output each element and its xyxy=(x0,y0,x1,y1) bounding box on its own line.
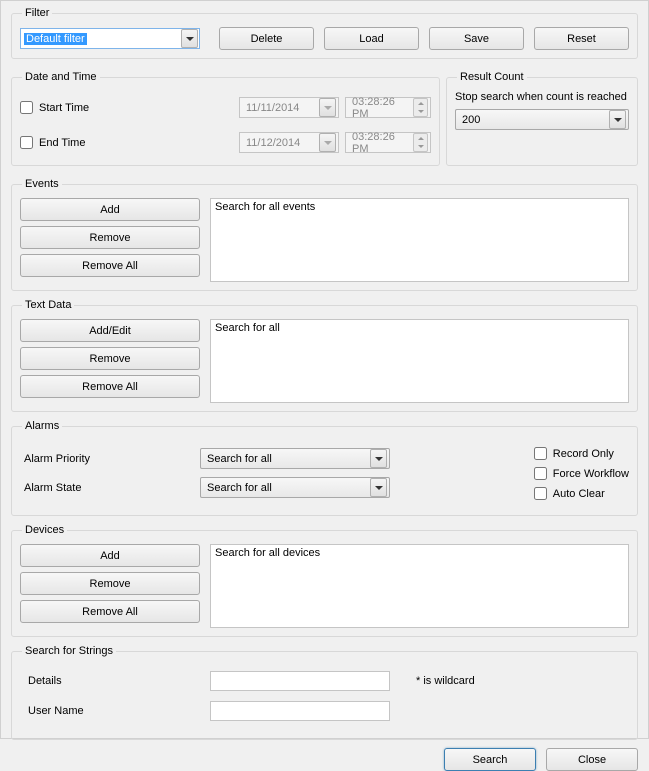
devices-remove-button[interactable]: Remove xyxy=(20,572,200,595)
list-item: Search for all xyxy=(215,322,280,334)
auto-clear-checkbox[interactable] xyxy=(534,487,547,500)
datetime-group: Date and Time Start Time 11/11/2014 03:2… xyxy=(11,71,440,166)
events-legend: Events xyxy=(22,178,62,190)
force-workflow-row: Force Workflow xyxy=(534,467,629,480)
textdata-addedit-button[interactable]: Add/Edit xyxy=(20,319,200,342)
list-item: Search for all devices xyxy=(215,547,320,559)
list-item: Search for all events xyxy=(215,201,315,213)
chevron-down-icon[interactable] xyxy=(370,449,387,468)
alarm-state-select[interactable]: Search for all xyxy=(200,477,390,498)
record-only-checkbox[interactable] xyxy=(534,447,547,460)
reset-button[interactable]: Reset xyxy=(534,27,629,50)
spinner-icon xyxy=(413,98,428,117)
start-time-picker[interactable]: 03:28:26 PM xyxy=(345,97,431,118)
alarms-group: Alarms Alarm Priority Search for all Ala… xyxy=(11,420,638,516)
filter-dialog: Filter Default filter Delete Load Save R… xyxy=(0,0,649,739)
events-group: Events Add Remove Remove All Search for … xyxy=(11,178,638,291)
events-remove-button[interactable]: Remove xyxy=(20,226,200,249)
filter-legend: Filter xyxy=(22,7,52,19)
events-listbox[interactable]: Search for all events xyxy=(210,198,629,282)
datetime-legend: Date and Time xyxy=(22,71,100,83)
close-button[interactable]: Close xyxy=(546,748,638,771)
end-time-label: End Time xyxy=(39,137,85,149)
load-button[interactable]: Load xyxy=(324,27,419,50)
username-input[interactable] xyxy=(210,701,390,721)
filter-select[interactable]: Default filter xyxy=(20,28,200,49)
devices-remove-all-button[interactable]: Remove All xyxy=(20,600,200,623)
devices-group: Devices Add Remove Remove All Search for… xyxy=(11,524,638,637)
alarms-legend: Alarms xyxy=(22,420,62,432)
start-time-check-row: Start Time xyxy=(20,101,239,114)
filter-group: Filter Default filter Delete Load Save R… xyxy=(11,7,638,59)
devices-add-button[interactable]: Add xyxy=(20,544,200,567)
end-time-check-row: End Time xyxy=(20,136,239,149)
details-input[interactable] xyxy=(210,671,390,691)
events-add-button[interactable]: Add xyxy=(20,198,200,221)
end-time-picker[interactable]: 03:28:26 PM xyxy=(345,132,431,153)
auto-clear-row: Auto Clear xyxy=(534,487,629,500)
save-button[interactable]: Save xyxy=(429,27,524,50)
alarm-priority-select[interactable]: Search for all xyxy=(200,448,390,469)
chevron-down-icon xyxy=(319,98,336,117)
strings-group: Search for Strings Details * is wildcard… xyxy=(11,645,638,740)
chevron-down-icon[interactable] xyxy=(609,110,626,129)
end-time-checkbox[interactable] xyxy=(20,136,33,149)
result-count-select[interactable]: 200 xyxy=(455,109,629,130)
start-time-checkbox[interactable] xyxy=(20,101,33,114)
chevron-down-icon[interactable] xyxy=(370,478,387,497)
chevron-down-icon[interactable] xyxy=(181,29,198,48)
textdata-legend: Text Data xyxy=(22,299,74,311)
search-button[interactable]: Search xyxy=(444,748,536,771)
events-remove-all-button[interactable]: Remove All xyxy=(20,254,200,277)
username-label: User Name xyxy=(20,705,210,717)
start-time-label: Start Time xyxy=(39,102,89,114)
alarm-priority-label: Alarm Priority xyxy=(20,453,200,465)
result-count-group: Result Count Stop search when count is r… xyxy=(446,71,638,166)
devices-legend: Devices xyxy=(22,524,67,536)
force-workflow-checkbox[interactable] xyxy=(534,467,547,480)
result-count-legend: Result Count xyxy=(457,71,527,83)
record-only-row: Record Only xyxy=(534,447,629,460)
spinner-icon xyxy=(413,133,428,152)
chevron-down-icon xyxy=(319,133,336,152)
details-label: Details xyxy=(20,675,210,687)
devices-listbox[interactable]: Search for all devices xyxy=(210,544,629,628)
alarm-state-label: Alarm State xyxy=(20,482,200,494)
start-date-picker[interactable]: 11/11/2014 xyxy=(239,97,339,118)
textdata-remove-all-button[interactable]: Remove All xyxy=(20,375,200,398)
textdata-group: Text Data Add/Edit Remove Remove All Sea… xyxy=(11,299,638,412)
delete-button[interactable]: Delete xyxy=(219,27,314,50)
dialog-footer: Search Close xyxy=(11,748,638,771)
textdata-listbox[interactable]: Search for all xyxy=(210,319,629,403)
textdata-remove-button[interactable]: Remove xyxy=(20,347,200,370)
strings-legend: Search for Strings xyxy=(22,645,116,657)
filter-selected: Default filter xyxy=(24,33,87,45)
wildcard-note: * is wildcard xyxy=(416,675,475,687)
result-count-text: Stop search when count is reached xyxy=(455,91,629,103)
end-date-picker[interactable]: 11/12/2014 xyxy=(239,132,339,153)
